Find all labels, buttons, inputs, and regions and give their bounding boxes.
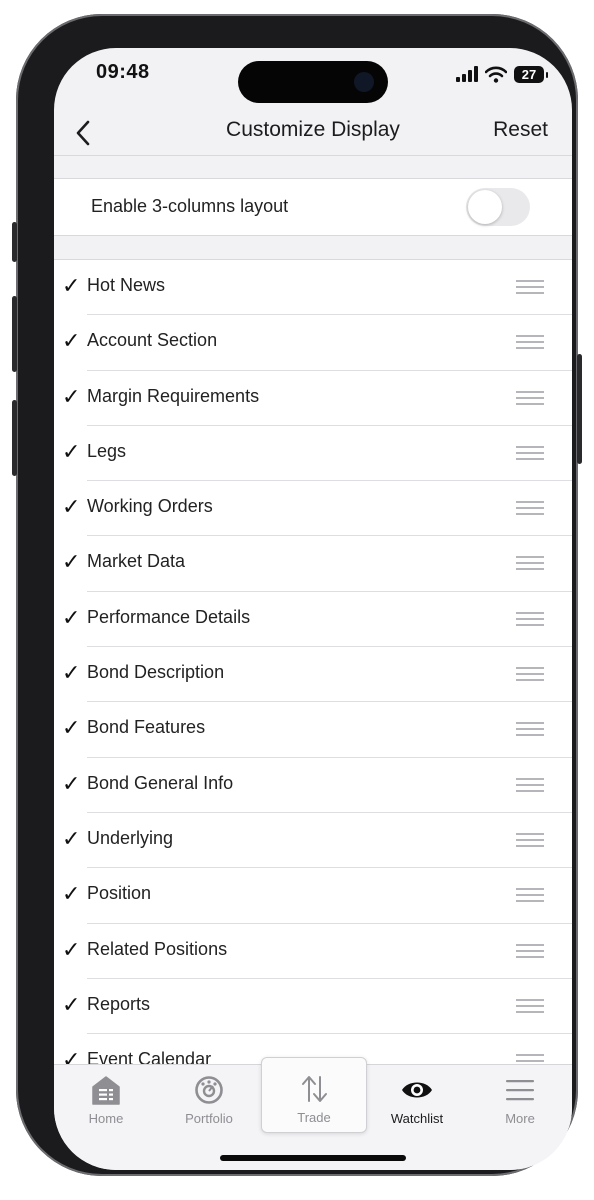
checkmark-icon: ✓ xyxy=(62,881,81,907)
list-item[interactable]: ✓ Performance Details xyxy=(54,592,572,648)
tab-bar: Home Portfolio Trade Watchlist More xyxy=(54,1057,572,1170)
toggle-label: Enable 3-columns layout xyxy=(91,196,289,216)
list-item[interactable]: ✓ Reports xyxy=(54,979,572,1035)
section-list: ✓ Hot News ✓ Account Section ✓ Margin Require… xyxy=(54,260,572,1065)
list-item[interactable]: ✓ Legs xyxy=(54,426,572,482)
checkmark-icon: ✓ xyxy=(62,991,81,1017)
drag-handle-icon[interactable] xyxy=(516,667,544,685)
tab-label: Trade xyxy=(297,1110,331,1125)
list-item-label: Working Orders xyxy=(87,496,213,517)
drag-handle-icon[interactable] xyxy=(516,501,544,519)
checkmark-icon: ✓ xyxy=(62,1047,81,1065)
checkmark-icon: ✓ xyxy=(62,604,81,630)
checkmark-icon: ✓ xyxy=(62,273,81,298)
drag-handle-icon[interactable] xyxy=(516,832,544,851)
volume-up-button xyxy=(12,296,17,372)
drag-handle-icon[interactable] xyxy=(516,611,544,630)
three-column-layout-toggle[interactable] xyxy=(466,188,530,226)
list-item-label: Bond General Info xyxy=(87,772,234,793)
checkmark-icon: ✓ xyxy=(62,825,81,851)
divider xyxy=(54,235,572,236)
list-item-label: Event Calendar xyxy=(87,1049,212,1065)
front-camera xyxy=(354,72,374,92)
drag-handle-icon[interactable] xyxy=(516,943,544,962)
checkmark-icon: ✓ xyxy=(62,660,81,686)
home-indicator xyxy=(220,1155,406,1161)
list-item-label: Account Section xyxy=(87,330,218,351)
checkmark-icon: ✓ xyxy=(62,438,81,464)
list-item-label: Market Data xyxy=(87,551,186,572)
checkmark-icon: ✓ xyxy=(62,383,81,409)
checkmark-icon: ✓ xyxy=(62,715,81,741)
tab-label: Home xyxy=(88,1111,124,1126)
list-item-label: Position xyxy=(87,883,152,904)
drag-handle-icon[interactable] xyxy=(516,445,544,464)
list-item-label: Underlying xyxy=(87,827,174,848)
reset-button[interactable]: Reset xyxy=(493,118,548,142)
checkmark-icon: ✓ xyxy=(62,494,81,520)
checkmark-icon: ✓ xyxy=(62,328,81,354)
checkmark-icon: ✓ xyxy=(62,549,81,575)
drag-handle-icon[interactable] xyxy=(516,722,544,740)
tab-home[interactable]: Home xyxy=(54,1065,158,1135)
cellular-signal-icon xyxy=(456,66,478,82)
eye-icon xyxy=(402,1082,432,1098)
toggle-knob xyxy=(468,190,502,224)
list-item-label: Related Positions xyxy=(87,938,228,959)
battery-level: 27 xyxy=(521,66,537,82)
drag-handle-icon[interactable] xyxy=(516,777,544,796)
drag-handle-icon[interactable] xyxy=(516,390,544,409)
list-item[interactable]: ✓ Hot News xyxy=(54,260,572,316)
list-item-label: Performance Details xyxy=(87,606,251,627)
power-button xyxy=(577,354,582,464)
tab-trade[interactable]: Trade xyxy=(261,1057,367,1133)
drag-handle-icon[interactable] xyxy=(516,335,544,353)
three-column-layout-row: Enable 3-columns layout xyxy=(54,179,572,235)
list-item[interactable]: ✓ Related Positions xyxy=(54,924,572,979)
list-item[interactable]: ✓ Position xyxy=(54,868,572,924)
navigation-bar: Customize Display Reset xyxy=(54,110,572,156)
list-item[interactable]: ✓ Working Orders xyxy=(54,481,572,537)
tab-label: More xyxy=(505,1111,535,1126)
tab-label: Portfolio xyxy=(185,1111,233,1126)
status-bar: 09:48 27 xyxy=(54,48,572,110)
checkmark-icon: ✓ xyxy=(62,936,81,962)
trade-arrows-icon xyxy=(302,1076,327,1102)
tab-label: Watchlist xyxy=(390,1111,444,1126)
drag-handle-icon[interactable] xyxy=(516,280,544,298)
status-icons: 27 xyxy=(456,64,548,84)
list-item[interactable]: ✓ Margin Requirements xyxy=(54,371,572,426)
portfolio-icon xyxy=(195,1076,223,1104)
list-item[interactable]: ✓ Underlying xyxy=(54,813,572,869)
phone-frame: 09:48 27 Customize Display Reset Enable … xyxy=(12,14,582,1176)
volume-down-button xyxy=(12,400,17,476)
wifi-icon xyxy=(485,66,507,83)
tab-more[interactable]: More xyxy=(468,1065,572,1135)
list-item[interactable]: ✓ Account Section xyxy=(54,315,572,371)
divider xyxy=(54,155,572,156)
tab-watchlist[interactable]: Watchlist xyxy=(365,1065,469,1135)
list-item-label: Legs xyxy=(87,440,127,461)
list-item[interactable]: ✓ Bond Description xyxy=(54,647,572,703)
home-icon xyxy=(92,1076,120,1105)
status-time: 09:48 xyxy=(96,61,150,83)
checkmark-icon: ✓ xyxy=(62,770,81,796)
drag-handle-icon[interactable] xyxy=(516,556,544,574)
battery-icon: 27 xyxy=(514,65,548,83)
list-item[interactable]: ✓ Market Data xyxy=(54,536,572,592)
list-item-label: Bond Features xyxy=(87,717,206,738)
list-item[interactable]: ✓ Bond General Info xyxy=(54,758,572,813)
drag-handle-icon[interactable] xyxy=(516,998,544,1017)
list-item-label: Bond Description xyxy=(87,662,225,683)
drag-handle-icon[interactable] xyxy=(516,888,544,906)
dynamic-island xyxy=(238,61,388,103)
list-item-label: Margin Requirements xyxy=(87,385,260,406)
action-button xyxy=(12,222,17,262)
menu-icon xyxy=(506,1080,534,1101)
list-item-label: Reports xyxy=(87,993,151,1014)
list-item[interactable]: ✓ Bond Features xyxy=(54,702,572,758)
tab-portfolio[interactable]: Portfolio xyxy=(157,1065,261,1135)
screen: 09:48 27 Customize Display Reset Enable … xyxy=(54,48,572,1170)
list-item-label: Hot News xyxy=(87,275,166,295)
